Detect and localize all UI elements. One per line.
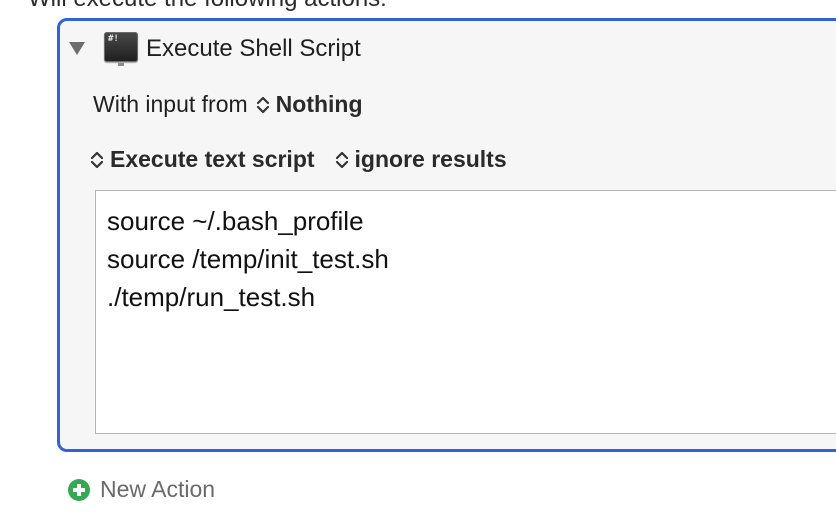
- script-line: ./temp/run_test.sh: [107, 282, 316, 312]
- script-line: source ~/.bash_profile: [107, 206, 364, 236]
- disclosure-triangle-icon[interactable]: [69, 42, 85, 55]
- results-mode-popup[interactable]: ignore results: [335, 146, 507, 173]
- macro-editor: Will execute the following actions: #! E…: [0, 0, 836, 516]
- actions-caption: Will execute the following actions:: [28, 0, 387, 13]
- input-source-row: With input from Nothing: [93, 91, 363, 118]
- action-title: Execute Shell Script: [146, 35, 361, 62]
- input-source-popup[interactable]: Nothing: [256, 91, 363, 118]
- script-type-popup[interactable]: Execute text script: [90, 146, 315, 173]
- results-mode-value: ignore results: [354, 146, 507, 172]
- action-header: #! Execute Shell Script: [60, 21, 836, 77]
- add-circle-icon: [68, 478, 90, 501]
- new-action-label: New Action: [100, 476, 216, 502]
- input-source-value: Nothing: [275, 91, 363, 117]
- execute-shell-script-action[interactable]: #! Execute Shell Script With input from …: [57, 18, 836, 452]
- new-action-button[interactable]: New Action: [68, 476, 215, 503]
- up-down-chevron-icon: [256, 94, 270, 116]
- script-options-row: Execute text script ignore results: [90, 146, 507, 173]
- terminal-icon: #!: [104, 32, 138, 66]
- script-type-value: Execute text script: [110, 146, 315, 172]
- up-down-chevron-icon: [90, 149, 104, 171]
- input-from-label: With input from: [93, 91, 248, 117]
- up-down-chevron-icon: [335, 149, 349, 171]
- script-text-editor[interactable]: source ~/.bash_profile source /temp/init…: [95, 190, 836, 434]
- script-line: source /temp/init_test.sh: [107, 244, 389, 274]
